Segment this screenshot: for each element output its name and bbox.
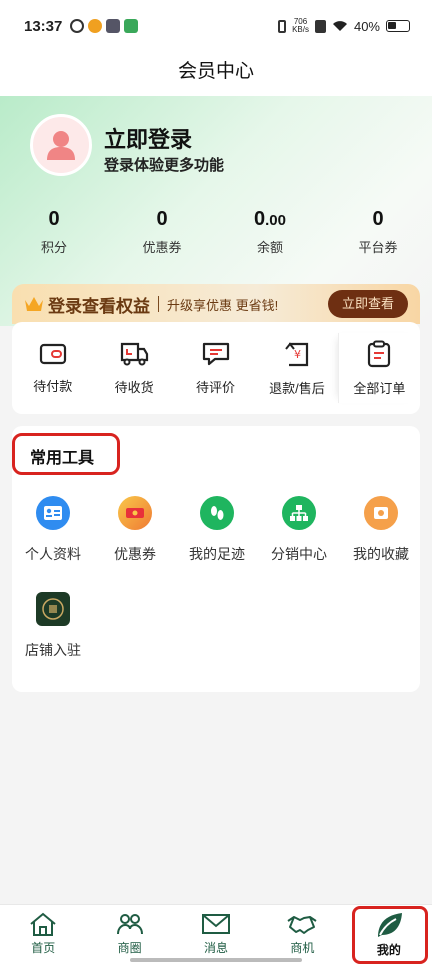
tab-label: 商圈: [117, 941, 142, 955]
stats-row: 0 积分 0 优惠券 0.00 余额 0 平台券: [0, 208, 432, 256]
app-notification-icon: [124, 19, 139, 33]
tool-label: 优惠券: [114, 546, 156, 562]
login-title[interactable]: 立即登录: [104, 122, 192, 154]
clipboard-icon: [368, 340, 391, 367]
net-speed: 706 KB/s: [292, 18, 309, 34]
vip-title: 登录查看权益: [48, 296, 150, 316]
stat-coupons[interactable]: 0 优惠券: [108, 208, 216, 256]
orders-panel: 待付款 待收货 待评价 ¥ 退款/售后 全部订单: [12, 322, 420, 414]
stat-value-int: 0: [254, 208, 266, 230]
tool-coupons[interactable]: 优惠券: [94, 496, 176, 564]
profile-card-icon: [36, 496, 70, 530]
tools-title: 常用工具: [30, 450, 95, 467]
home-indicator: [130, 958, 302, 962]
tool-store-apply[interactable]: 店铺入驻: [12, 592, 94, 660]
org-chart-icon: [282, 496, 316, 530]
handshake-icon: [287, 916, 317, 934]
battery-icon: [386, 20, 410, 32]
weibo-icon: [88, 19, 103, 33]
tool-distribution[interactable]: 分销中心: [258, 496, 340, 564]
order-pending-review[interactable]: 待评价: [175, 341, 256, 396]
page-title: 会员中心: [0, 52, 432, 96]
crown-icon: [25, 297, 43, 311]
stat-platform-coupons[interactable]: 0 平台券: [324, 208, 432, 256]
tool-label: 店铺入驻: [25, 642, 81, 658]
stat-value-dec: .00: [265, 212, 286, 229]
tool-label: 个人资料: [25, 546, 81, 562]
svg-text:¥: ¥: [294, 348, 301, 361]
footprint-icon: [200, 496, 234, 530]
stat-balance[interactable]: 0.00 余额: [216, 208, 324, 256]
stat-label: 积分: [40, 240, 67, 255]
active-tab-highlight: [352, 906, 428, 964]
tool-favorites[interactable]: 我的收藏: [340, 496, 422, 564]
stat-label: 平台券: [358, 240, 398, 255]
vip-banner[interactable]: 登录查看权益 升级享优惠 更省钱! 立即查看: [12, 284, 420, 324]
vip-subtitle: 升级享优惠 更省钱!: [167, 297, 279, 313]
user-avatar-icon: [47, 131, 75, 160]
order-all[interactable]: 全部订单: [337, 333, 420, 403]
order-pending-receipt[interactable]: 待收货: [93, 341, 174, 396]
favorites-icon: [364, 496, 398, 530]
truck-icon: [121, 342, 149, 365]
wifi-icon: [332, 21, 347, 31]
game-icon: [106, 19, 121, 33]
tab-home[interactable]: 首页: [0, 905, 86, 964]
status-time: 13:37: [24, 17, 63, 35]
view-now-button[interactable]: 立即查看: [327, 290, 408, 318]
stat-label: 优惠券: [142, 240, 182, 255]
status-bar: 13:37 706 KB/s 40%: [0, 0, 432, 52]
stat-value: 0: [48, 208, 60, 230]
tool-label: 我的足迹: [189, 546, 245, 562]
vip-divider: [158, 296, 159, 312]
stat-value: 0: [156, 208, 168, 230]
common-tools-panel: 常用工具 个人资料 优惠券 我的足迹 分销中心 我的收藏 店铺入驻: [12, 426, 420, 692]
order-label: 待评价: [196, 379, 236, 395]
tool-label: 分销中心: [271, 546, 327, 562]
tool-footprints[interactable]: 我的足迹: [176, 496, 258, 564]
tool-label: 我的收藏: [353, 546, 409, 562]
stat-points[interactable]: 0 积分: [0, 208, 108, 256]
stat-value: 0: [372, 208, 384, 230]
net-speed-unit: KB/s: [292, 25, 309, 34]
comment-icon: [202, 342, 229, 365]
tab-messages[interactable]: 消息: [173, 905, 259, 964]
tab-label: 商机: [290, 941, 315, 955]
login-subtitle: 登录体验更多功能: [104, 157, 225, 174]
stat-label: 余额: [256, 240, 283, 255]
sim-icon: [314, 19, 326, 33]
tool-profile[interactable]: 个人资料: [12, 496, 94, 564]
refund-icon: ¥: [285, 341, 309, 366]
stat-value: 0.00: [216, 208, 324, 231]
store-badge-icon: [36, 592, 70, 626]
battery-text: 40%: [353, 18, 380, 34]
tab-business[interactable]: 商机: [259, 905, 345, 964]
coupon-icon: [118, 496, 152, 530]
order-label: 全部订单: [353, 380, 406, 396]
vibrate-icon: [278, 19, 287, 33]
order-label: 退款/售后: [269, 380, 325, 396]
wallet-icon: [39, 343, 66, 364]
notification-icon-1: [70, 19, 85, 33]
status-right: 706 KB/s 40%: [278, 18, 410, 34]
tab-label: 首页: [31, 941, 56, 955]
tab-label: 消息: [204, 941, 229, 955]
home-icon: [30, 912, 56, 936]
people-icon: [116, 914, 143, 935]
order-pending-payment[interactable]: 待付款: [12, 342, 93, 395]
avatar[interactable]: [30, 114, 92, 176]
order-label: 待付款: [33, 378, 73, 394]
order-refund[interactable]: ¥ 退款/售后: [256, 340, 337, 397]
order-label: 待收货: [114, 379, 154, 395]
mail-icon: [202, 914, 231, 934]
tab-circle[interactable]: 商圈: [86, 905, 172, 964]
